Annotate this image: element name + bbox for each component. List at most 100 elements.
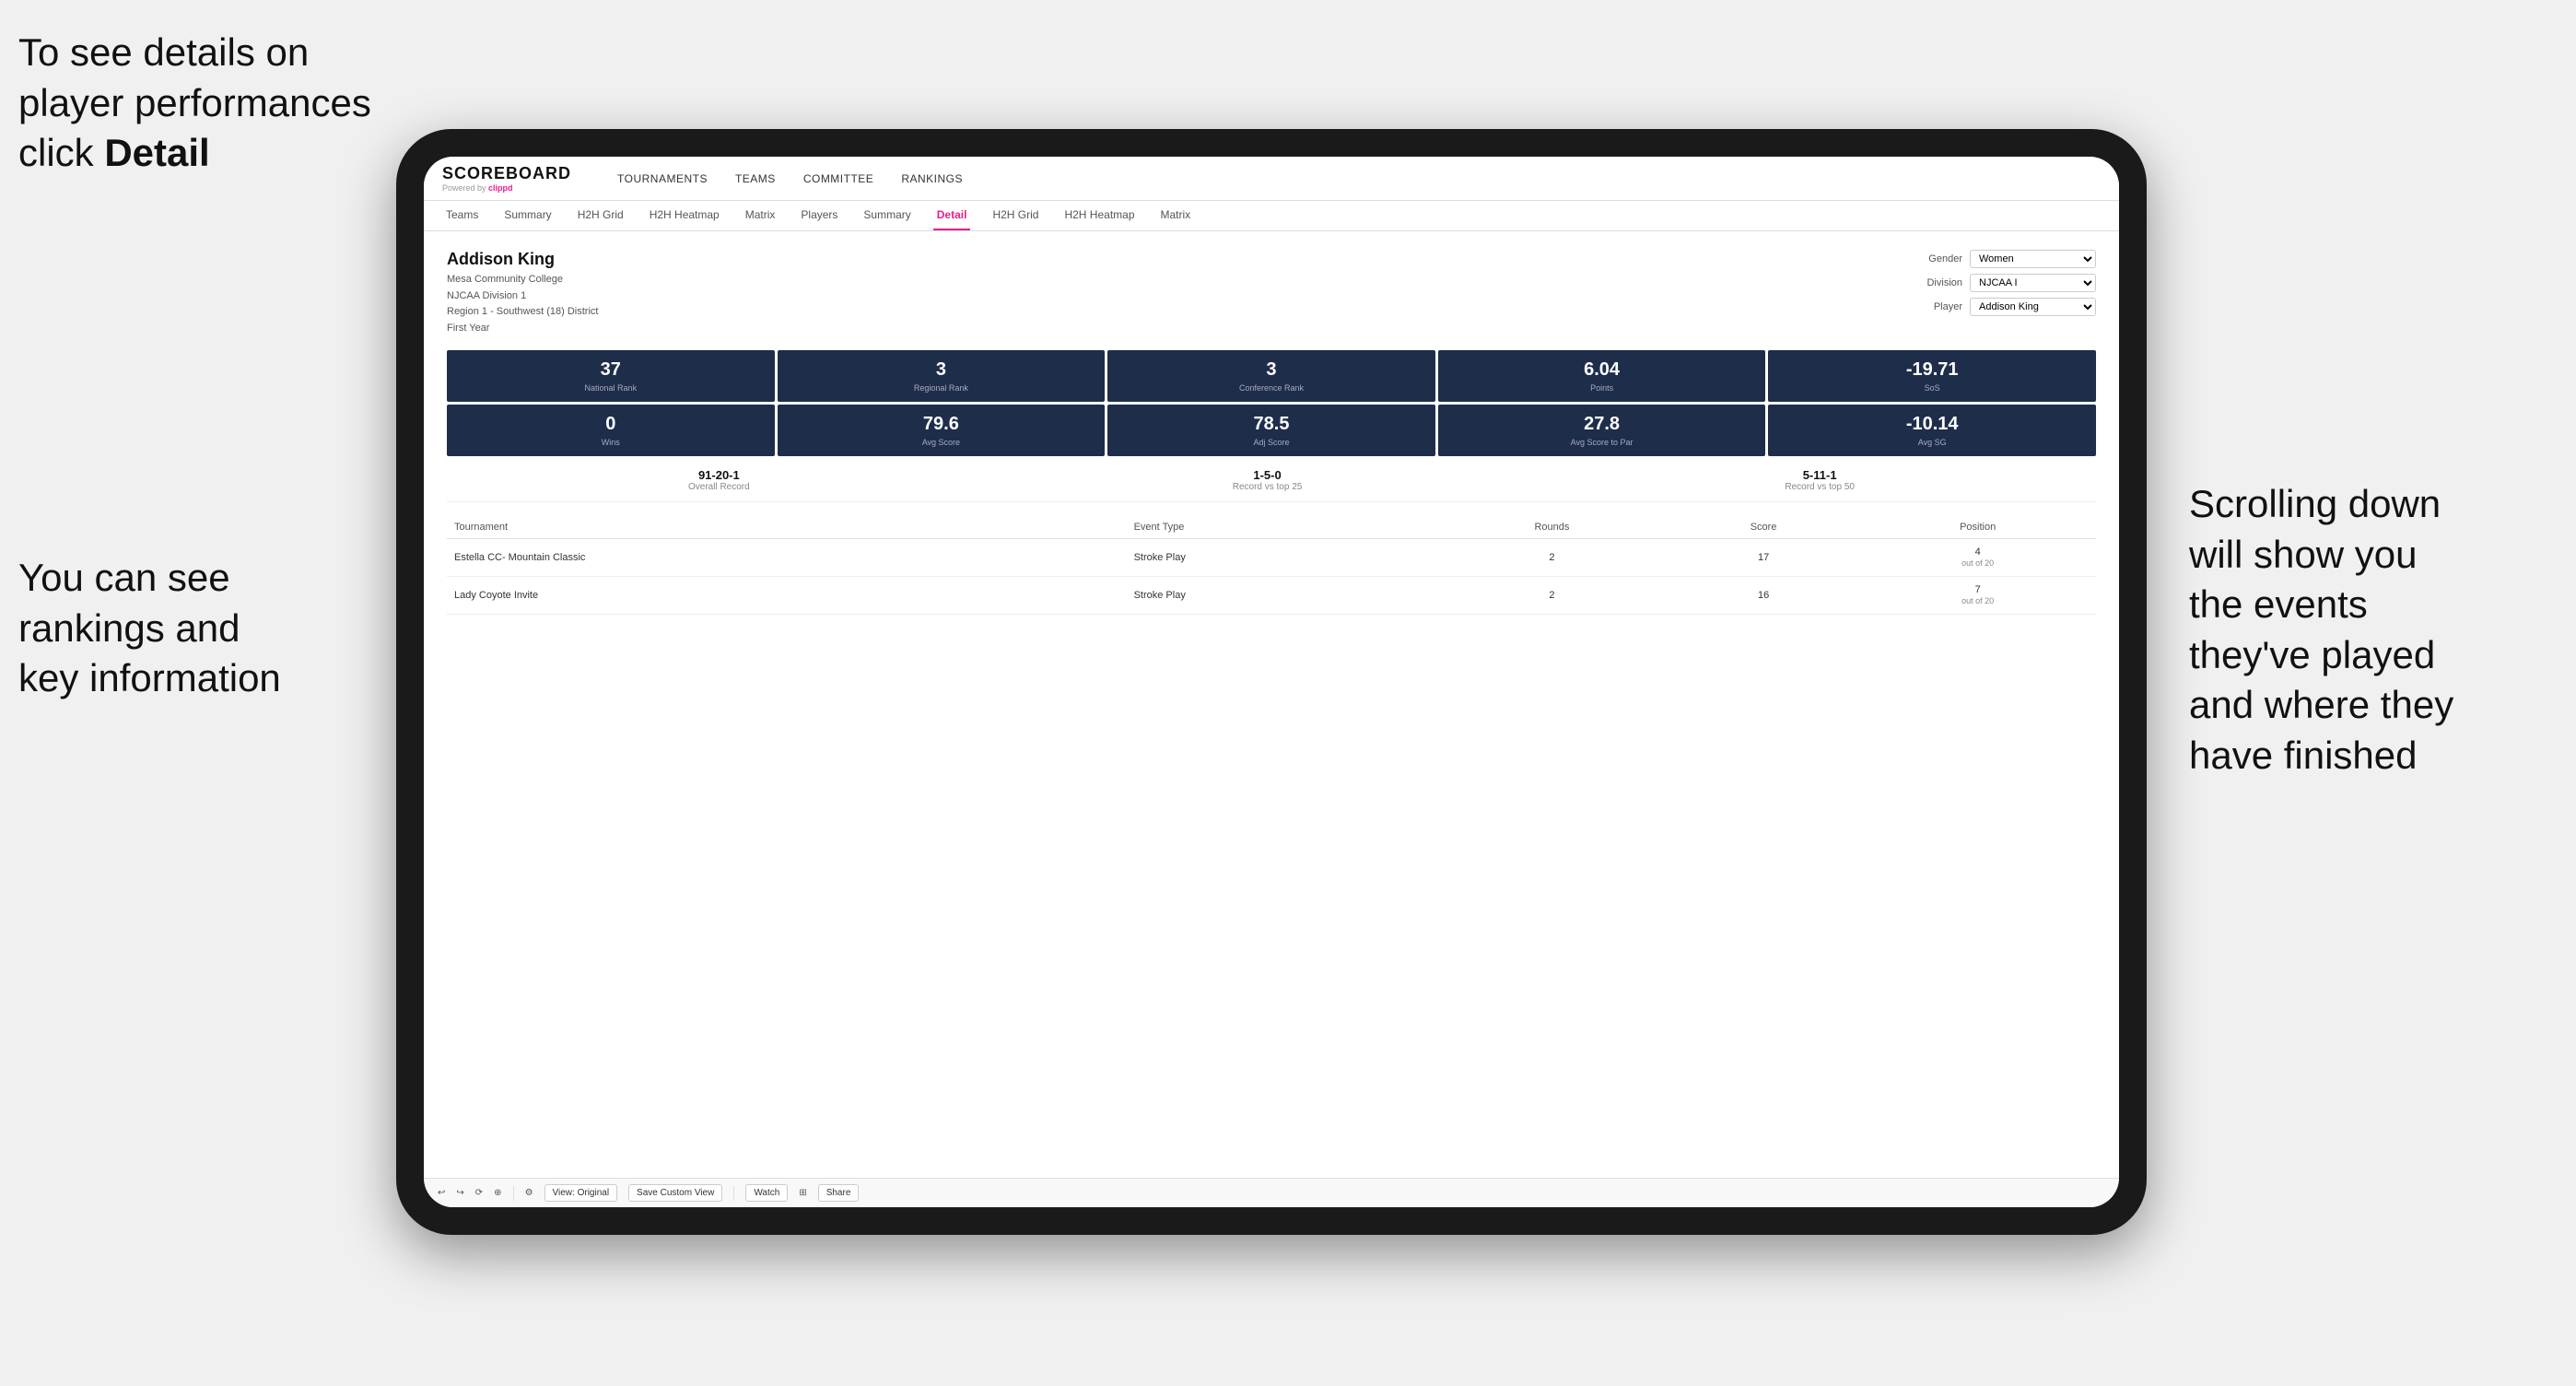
th-event-type: Event Type xyxy=(1127,516,1436,539)
player-division: NJCAA Division 1 xyxy=(447,288,598,305)
division-label: Division xyxy=(1912,277,1962,288)
save-custom-button[interactable]: Save Custom View xyxy=(628,1184,722,1202)
conference-rank-label: Conference Rank xyxy=(1115,383,1428,393)
toolbar-undo-icon[interactable]: ↩ xyxy=(438,1188,445,1198)
nav-committee[interactable]: COMMITTEE xyxy=(803,169,874,189)
tab-h2h-heatmap2[interactable]: H2H Heatmap xyxy=(1060,201,1138,230)
stat-national-rank: 37 National Rank xyxy=(447,350,775,402)
tab-teams[interactable]: Teams xyxy=(442,201,482,230)
tournament-name-2: Lady Coyote Invite xyxy=(447,577,1127,615)
toolbar-settings-icon[interactable]: ⚙ xyxy=(525,1188,533,1198)
player-filter-row: Player Addison King xyxy=(1912,298,2096,316)
toolbar-redo-icon[interactable]: ↪ xyxy=(456,1188,463,1198)
annotation-right: Scrolling down will show you the events … xyxy=(2189,479,2558,781)
national-rank-value: 37 xyxy=(454,359,767,381)
tab-h2h-grid2[interactable]: H2H Grid xyxy=(989,201,1042,230)
watch-button[interactable]: Watch xyxy=(745,1184,788,1202)
tablet-frame: SCOREBOARD Powered by clippd TOURNAMENTS… xyxy=(396,129,2147,1235)
nav-tournaments[interactable]: TOURNAMENTS xyxy=(617,169,708,189)
gender-select[interactable]: Women xyxy=(1970,250,2096,268)
event-type-2: Stroke Play xyxy=(1127,577,1436,615)
tab-detail[interactable]: Detail xyxy=(933,201,971,230)
player-header: Addison King Mesa Community College NJCA… xyxy=(447,250,2096,336)
rounds-2: 2 xyxy=(1436,577,1668,615)
tournament-name-1: Estella CC- Mountain Classic xyxy=(447,539,1127,577)
national-rank-label: National Rank xyxy=(454,383,767,393)
sos-label: SoS xyxy=(1775,383,2089,393)
records-row: 91-20-1 Overall Record 1-5-0 Record vs t… xyxy=(447,459,2096,502)
gender-label: Gender xyxy=(1912,253,1962,264)
score-2: 16 xyxy=(1668,577,1859,615)
avg-sg-value: -10.14 xyxy=(1775,414,2089,435)
stat-avg-score-par: 27.8 Avg Score to Par xyxy=(1438,405,1766,456)
regional-rank-value: 3 xyxy=(785,359,1098,381)
wins-value: 0 xyxy=(454,414,767,435)
division-select[interactable]: NJCAA I xyxy=(1970,274,2096,292)
top-nav: SCOREBOARD Powered by clippd TOURNAMENTS… xyxy=(424,157,2119,201)
stat-points: 6.04 Points xyxy=(1438,350,1766,402)
stat-wins: 0 Wins xyxy=(447,405,775,456)
score-1: 17 xyxy=(1668,539,1859,577)
record-top25-label: Record vs top 25 xyxy=(1233,482,1303,492)
toolbar-zoom-icon[interactable]: ⊕ xyxy=(494,1188,501,1198)
annotation-detail-bold: Detail xyxy=(104,131,209,174)
record-top25: 1-5-0 Record vs top 25 xyxy=(1233,468,1303,492)
gender-filter-row: Gender Women xyxy=(1912,250,2096,268)
stat-avg-score: 79.6 Avg Score xyxy=(778,405,1106,456)
player-info: Addison King Mesa Community College NJCA… xyxy=(447,250,598,336)
stat-avg-sg: -10.14 Avg SG xyxy=(1768,405,2096,456)
stat-adj-score: 78.5 Adj Score xyxy=(1107,405,1435,456)
adj-score-label: Adj Score xyxy=(1115,438,1428,447)
rounds-1: 2 xyxy=(1436,539,1668,577)
tab-h2h-heatmap[interactable]: H2H Heatmap xyxy=(646,201,723,230)
sub-nav: Teams Summary H2H Grid H2H Heatmap Matri… xyxy=(424,201,2119,231)
tablet-screen: SCOREBOARD Powered by clippd TOURNAMENTS… xyxy=(424,157,2119,1207)
record-overall-label: Overall Record xyxy=(688,482,750,492)
division-filter-row: Division NJCAA I xyxy=(1912,274,2096,292)
logo-scoreboard: SCOREBOARD xyxy=(442,164,571,183)
avg-score-par-label: Avg Score to Par xyxy=(1446,438,1759,447)
player-region: Region 1 - Southwest (18) District xyxy=(447,304,598,321)
logo-powered: Powered by clippd xyxy=(442,183,571,193)
toolbar-icon-share[interactable]: ⊞ xyxy=(799,1188,806,1198)
toolbar-separator xyxy=(513,1186,514,1201)
table-header: Tournament Event Type Rounds Score Posit… xyxy=(447,516,2096,539)
avg-sg-label: Avg SG xyxy=(1775,438,2089,447)
toolbar-refresh-icon[interactable]: ⟳ xyxy=(475,1188,483,1198)
player-select[interactable]: Addison King xyxy=(1970,298,2096,316)
record-overall: 91-20-1 Overall Record xyxy=(688,468,750,492)
record-top50-value: 5-11-1 xyxy=(1785,468,1855,482)
points-label: Points xyxy=(1446,383,1759,393)
annotation-bottom-left: You can see rankings and key information xyxy=(18,553,369,704)
nav-rankings[interactable]: RANKINGS xyxy=(901,169,963,189)
stats-row-1: 37 National Rank 3 Regional Rank 3 Confe… xyxy=(447,350,2096,402)
nav-teams[interactable]: TEAMS xyxy=(735,169,776,189)
tab-players[interactable]: Players xyxy=(797,201,841,230)
conference-rank-value: 3 xyxy=(1115,359,1428,381)
record-top25-value: 1-5-0 xyxy=(1233,468,1303,482)
points-value: 6.04 xyxy=(1446,359,1759,381)
player-college: Mesa Community College xyxy=(447,272,598,288)
record-top50-label: Record vs top 50 xyxy=(1785,482,1855,492)
avg-score-value: 79.6 xyxy=(785,414,1098,435)
tab-summary2[interactable]: Summary xyxy=(860,201,914,230)
table-body: Estella CC- Mountain Classic Stroke Play… xyxy=(447,539,2096,615)
position-2: 7 out of 20 xyxy=(1859,577,2096,615)
content-panel: Addison King Mesa Community College NJCA… xyxy=(424,231,2119,1178)
record-overall-value: 91-20-1 xyxy=(688,468,750,482)
share-button[interactable]: Share xyxy=(818,1184,860,1202)
player-filters: Gender Women Division NJCAA I xyxy=(1912,250,2096,336)
wins-label: Wins xyxy=(454,438,767,447)
tab-matrix[interactable]: Matrix xyxy=(742,201,779,230)
stat-regional-rank: 3 Regional Rank xyxy=(778,350,1106,402)
tab-matrix2[interactable]: Matrix xyxy=(1157,201,1195,230)
tab-summary[interactable]: Summary xyxy=(500,201,555,230)
main-content: Addison King Mesa Community College NJCA… xyxy=(424,231,2119,1178)
table-row: Estella CC- Mountain Classic Stroke Play… xyxy=(447,539,2096,577)
regional-rank-label: Regional Rank xyxy=(785,383,1098,393)
view-original-button[interactable]: View: Original xyxy=(544,1184,618,1202)
tab-h2h-grid[interactable]: H2H Grid xyxy=(574,201,627,230)
stat-conference-rank: 3 Conference Rank xyxy=(1107,350,1435,402)
position-1: 4 out of 20 xyxy=(1859,539,2096,577)
player-year: First Year xyxy=(447,321,598,337)
